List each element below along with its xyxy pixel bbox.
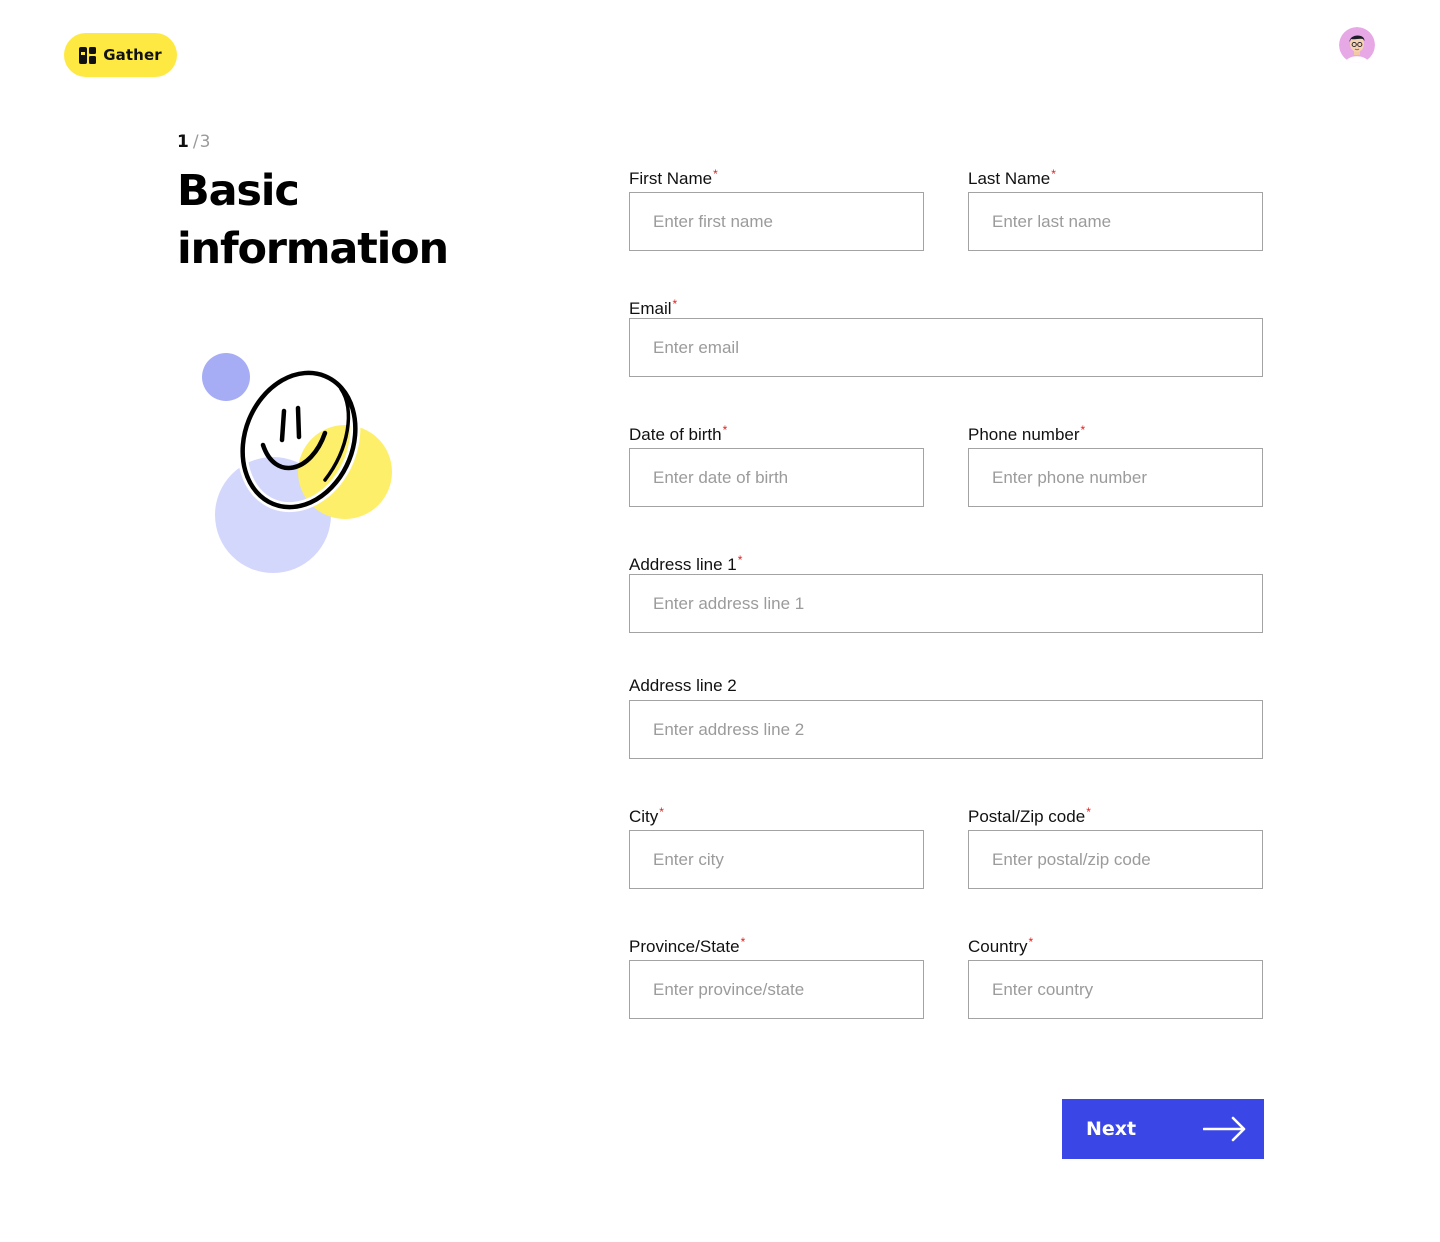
field-date-of-birth: Date of birth* bbox=[629, 420, 924, 507]
email-label: Email* bbox=[629, 297, 678, 318]
postal-code-label: Postal/Zip code* bbox=[968, 805, 1091, 826]
required-marker: * bbox=[659, 805, 664, 819]
gather-logo-icon bbox=[79, 46, 97, 64]
brand-logo[interactable]: Gather bbox=[64, 33, 177, 77]
field-province-state: Province/State* bbox=[629, 932, 924, 1019]
user-avatar-icon bbox=[1339, 27, 1375, 63]
field-email: Email* bbox=[629, 294, 1263, 377]
required-marker: * bbox=[737, 553, 743, 567]
step-separator: / bbox=[192, 132, 199, 152]
required-marker: * bbox=[1080, 423, 1086, 437]
field-first-name: First Name* bbox=[629, 164, 924, 251]
arrow-right-icon bbox=[1203, 1116, 1246, 1142]
email-input[interactable] bbox=[629, 318, 1263, 377]
required-marker: * bbox=[740, 935, 746, 949]
country-input[interactable] bbox=[968, 960, 1263, 1019]
postal-code-input[interactable] bbox=[968, 830, 1263, 889]
last-name-input[interactable] bbox=[968, 192, 1263, 251]
city-label: City* bbox=[629, 805, 664, 826]
next-button-label: Next bbox=[1086, 1118, 1137, 1140]
city-input[interactable] bbox=[629, 830, 924, 889]
province-state-input[interactable] bbox=[629, 960, 924, 1019]
field-phone-number: Phone number* bbox=[968, 420, 1263, 507]
required-marker: * bbox=[1086, 805, 1091, 819]
date-of-birth-label: Date of birth* bbox=[629, 423, 728, 444]
first-name-input[interactable] bbox=[629, 192, 924, 251]
field-last-name: Last Name* bbox=[968, 164, 1263, 251]
required-marker: * bbox=[672, 297, 678, 311]
next-button[interactable]: Next bbox=[1062, 1099, 1264, 1159]
step-current: 1 bbox=[177, 132, 189, 152]
required-marker: * bbox=[713, 167, 718, 181]
smiley-circles-illustration bbox=[202, 353, 392, 573]
address-line-2-input[interactable] bbox=[629, 700, 1263, 759]
first-name-label: First Name* bbox=[629, 167, 718, 188]
required-marker: * bbox=[1051, 167, 1056, 181]
field-postal-code: Postal/Zip code* bbox=[968, 802, 1263, 889]
required-marker: * bbox=[1028, 935, 1034, 949]
step-total: 3 bbox=[199, 132, 211, 152]
country-label: Country* bbox=[968, 935, 1034, 956]
province-state-label: Province/State* bbox=[629, 935, 746, 956]
user-avatar[interactable] bbox=[1339, 27, 1375, 63]
brand-name: Gather bbox=[103, 46, 162, 64]
last-name-label: Last Name* bbox=[968, 167, 1056, 188]
address-line-2-label: Address line 2 bbox=[629, 676, 737, 695]
phone-number-input[interactable] bbox=[968, 448, 1263, 507]
step-indicator: 1/3 bbox=[177, 131, 210, 153]
required-marker: * bbox=[722, 423, 728, 437]
field-country: Country* bbox=[968, 932, 1263, 1019]
page-title: Basic information bbox=[177, 166, 449, 274]
field-address-line-2: Address line 2 bbox=[629, 676, 1263, 759]
date-of-birth-input[interactable] bbox=[629, 448, 924, 507]
phone-number-label: Phone number* bbox=[968, 423, 1086, 444]
address-line-1-input[interactable] bbox=[629, 574, 1263, 633]
field-city: City* bbox=[629, 802, 924, 889]
address-line-1-label: Address line 1* bbox=[629, 553, 743, 574]
field-address-line-1: Address line 1* bbox=[629, 550, 1263, 633]
